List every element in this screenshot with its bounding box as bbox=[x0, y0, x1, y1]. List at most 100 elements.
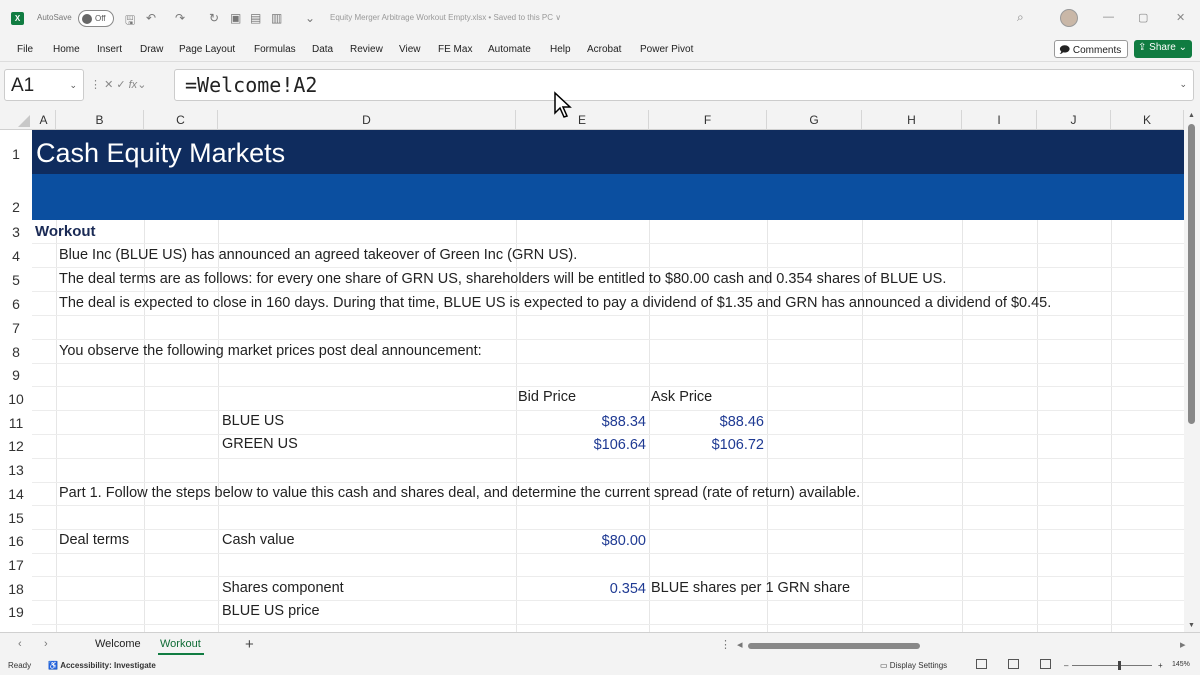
green-bid-value[interactable]: $106.64 bbox=[516, 437, 646, 453]
row-header[interactable]: 7 bbox=[0, 320, 32, 336]
cell-text[interactable]: The deal terms are as follows: for every… bbox=[59, 271, 946, 287]
comments-button[interactable]: 🗩 Comments bbox=[1054, 40, 1128, 58]
scroll-thumb[interactable] bbox=[1188, 124, 1195, 424]
avatar[interactable] bbox=[1060, 9, 1078, 27]
tab-fe-max[interactable]: FE Max bbox=[438, 44, 472, 55]
row-header[interactable]: 16 bbox=[0, 533, 32, 549]
row-header[interactable]: 3 bbox=[0, 224, 32, 240]
format-painter-icon[interactable]: ▥ bbox=[271, 11, 282, 25]
select-all-button[interactable] bbox=[0, 110, 32, 130]
add-sheet-icon[interactable]: + bbox=[245, 636, 254, 653]
row-header[interactable]: 17 bbox=[0, 557, 32, 573]
more-icon[interactable]: ⋮ bbox=[90, 79, 104, 91]
share-button[interactable]: ⇪ Share ⌄ bbox=[1134, 40, 1192, 58]
page-break-view-icon[interactable] bbox=[1040, 659, 1051, 669]
column-header-h[interactable]: H bbox=[862, 110, 962, 130]
tab-automate[interactable]: Automate bbox=[488, 44, 531, 55]
scroll-right-icon[interactable]: ▸ bbox=[1180, 638, 1186, 651]
tab-acrobat[interactable]: Acrobat bbox=[587, 44, 621, 55]
cell-text[interactable]: Blue Inc (BLUE US) has announced an agre… bbox=[59, 247, 577, 263]
column-header-a[interactable]: A bbox=[32, 110, 56, 130]
save-icon[interactable]: 🖫 bbox=[125, 11, 135, 32]
green-ask-value[interactable]: $106.72 bbox=[649, 437, 764, 453]
green-us-label[interactable]: GREEN US bbox=[222, 436, 298, 452]
chevron-down-icon[interactable]: ⌄ bbox=[69, 80, 77, 91]
column-header-k[interactable]: K bbox=[1111, 110, 1184, 130]
zoom-slider-knob[interactable] bbox=[1118, 661, 1121, 670]
form-icon[interactable]: ▤ bbox=[250, 11, 261, 25]
row-header[interactable]: 2 bbox=[0, 199, 32, 215]
row-header[interactable]: 10 bbox=[0, 391, 32, 407]
row-header[interactable]: 12 bbox=[0, 438, 32, 454]
enter-icon[interactable]: ✓ bbox=[116, 79, 128, 91]
page-layout-view-icon[interactable] bbox=[1008, 659, 1019, 669]
zoom-level[interactable]: 145% bbox=[1172, 661, 1190, 668]
column-header-j[interactable]: J bbox=[1037, 110, 1111, 130]
cell-text[interactable]: You observe the following market prices … bbox=[59, 343, 482, 359]
column-header-i[interactable]: I bbox=[962, 110, 1037, 130]
tab-data[interactable]: Data bbox=[312, 44, 333, 55]
shares-component-label[interactable]: Shares component bbox=[222, 580, 344, 596]
close-icon[interactable]: ✕ bbox=[1176, 11, 1185, 24]
column-header-g[interactable]: G bbox=[767, 110, 862, 130]
zoom-slider[interactable] bbox=[1072, 665, 1152, 666]
name-box[interactable]: A1 ⌄ bbox=[4, 69, 84, 101]
camera-icon[interactable]: ▣ bbox=[230, 11, 241, 25]
tab-help[interactable]: Help bbox=[550, 44, 571, 55]
scroll-left-icon[interactable]: ◂ bbox=[737, 638, 743, 651]
cash-value-label[interactable]: Cash value bbox=[222, 532, 295, 548]
row-header[interactable]: 13 bbox=[0, 462, 32, 478]
row-header[interactable]: 4 bbox=[0, 248, 32, 264]
tab-draw[interactable]: Draw bbox=[140, 44, 163, 55]
deal-terms-label[interactable]: Deal terms bbox=[59, 532, 129, 548]
row-header[interactable]: 14 bbox=[0, 486, 32, 502]
row-header[interactable]: 9 bbox=[0, 367, 32, 383]
row-header[interactable]: 19 bbox=[0, 604, 32, 620]
scroll-down-icon[interactable]: ▼ bbox=[1188, 622, 1195, 629]
shares-component-value[interactable]: 0.354 bbox=[516, 581, 646, 597]
tab-file[interactable]: File bbox=[17, 44, 33, 55]
search-icon[interactable]: ⌕ bbox=[1017, 10, 1024, 25]
tab-page-layout[interactable]: Page Layout bbox=[179, 44, 235, 55]
cancel-icon[interactable]: ✕ bbox=[104, 79, 116, 91]
zoom-out-icon[interactable]: – bbox=[1064, 661, 1068, 670]
sheet-tab-welcome[interactable]: Welcome bbox=[95, 638, 141, 650]
display-settings-button[interactable]: ▭ Display Settings bbox=[880, 661, 947, 670]
minimize-icon[interactable]: — bbox=[1103, 11, 1114, 23]
restore-icon[interactable]: ▢ bbox=[1138, 11, 1148, 24]
column-header-b[interactable]: B bbox=[56, 110, 144, 130]
cell-text[interactable]: Part 1. Follow the steps below to value … bbox=[59, 485, 860, 501]
blue-ask-value[interactable]: $88.46 bbox=[649, 414, 764, 430]
tab-formulas[interactable]: Formulas bbox=[254, 44, 296, 55]
row-header[interactable]: 11 bbox=[0, 415, 32, 431]
vertical-scrollbar[interactable]: ▲ ▼ bbox=[1184, 110, 1200, 632]
row-header[interactable]: 15 bbox=[0, 510, 32, 526]
row-header[interactable]: 18 bbox=[0, 581, 32, 597]
cell-text[interactable]: The deal is expected to close in 160 day… bbox=[59, 295, 1051, 311]
accessibility-status[interactable]: ♿ Accessibility: Investigate bbox=[48, 661, 156, 670]
formula-input[interactable]: =Welcome!A2 ⌄ bbox=[174, 69, 1194, 101]
row-header[interactable]: 6 bbox=[0, 296, 32, 312]
tab-home[interactable]: Home bbox=[53, 44, 80, 55]
zoom-in-icon[interactable]: + bbox=[1158, 661, 1163, 670]
expand-formula-icon[interactable]: ⌄ bbox=[1179, 79, 1187, 90]
bid-price-header[interactable]: Bid Price bbox=[518, 389, 576, 405]
normal-view-icon[interactable] bbox=[976, 659, 987, 669]
redo-icon[interactable]: ↷ bbox=[175, 11, 185, 25]
shares-note[interactable]: BLUE shares per 1 GRN share bbox=[651, 580, 850, 596]
horizontal-scroll-thumb[interactable] bbox=[748, 643, 920, 649]
refresh-icon[interactable]: ↻ bbox=[209, 11, 219, 25]
sheet-title[interactable]: Cash Equity Markets bbox=[36, 138, 285, 169]
chevron-left-icon[interactable]: ‹ bbox=[18, 638, 22, 650]
tab-review[interactable]: Review bbox=[350, 44, 383, 55]
row-header[interactable]: 1 bbox=[0, 146, 32, 162]
row-header[interactable]: 8 bbox=[0, 344, 32, 360]
column-header-f[interactable]: F bbox=[649, 110, 767, 130]
sheet-tab-workout[interactable]: Workout bbox=[160, 638, 201, 650]
blue-price-label[interactable]: BLUE US price bbox=[222, 603, 320, 619]
row-header[interactable]: 5 bbox=[0, 272, 32, 288]
chevron-right-icon[interactable]: › bbox=[44, 638, 48, 650]
insert-function-icon[interactable]: fx⌄ bbox=[129, 79, 147, 91]
cash-value[interactable]: $80.00 bbox=[516, 533, 646, 549]
column-header-d[interactable]: D bbox=[218, 110, 516, 130]
